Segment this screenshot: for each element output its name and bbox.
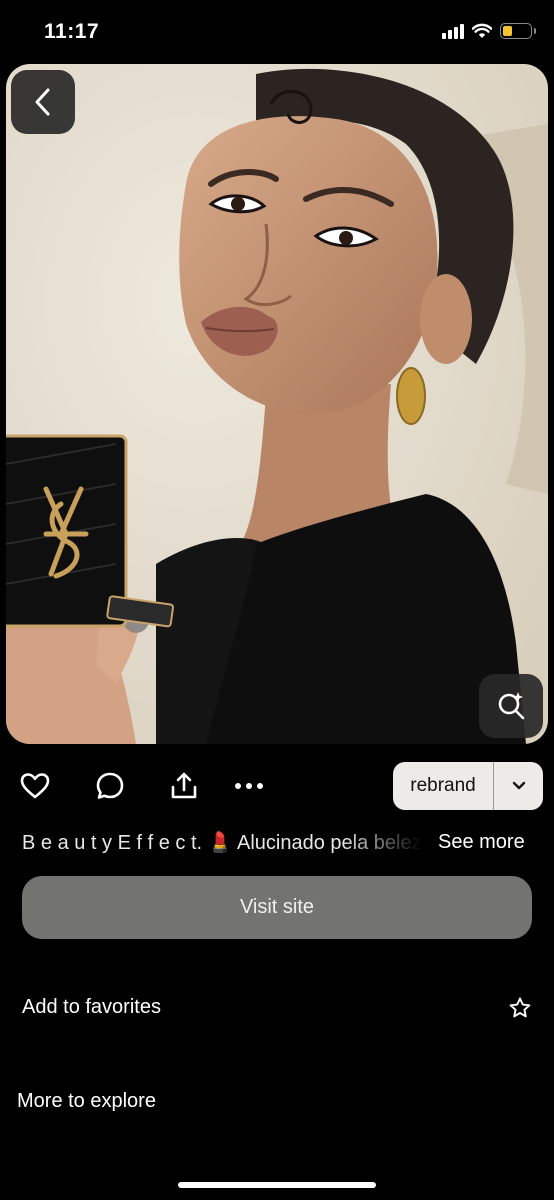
- cellular-signal-icon: [442, 23, 464, 39]
- more-options-button[interactable]: [231, 768, 267, 804]
- add-to-favorites-row[interactable]: Add to favorites: [22, 990, 532, 1030]
- share-button[interactable]: [166, 768, 202, 804]
- comment-button[interactable]: [92, 768, 128, 804]
- battery-icon: [500, 23, 536, 39]
- visual-search-button[interactable]: [479, 674, 543, 738]
- speech-bubble-icon: [96, 772, 124, 799]
- see-more-link[interactable]: See more: [438, 831, 525, 854]
- board-selector: rebrand: [393, 762, 543, 810]
- photo-of-woman-with-makeup-compact: [6, 64, 548, 744]
- visit-site-button[interactable]: Visit site: [22, 876, 532, 939]
- board-dropdown-button[interactable]: [494, 762, 543, 810]
- heart-icon: [20, 773, 50, 799]
- description-text: B e a u t y E f f e c t. 💄 Alucinado pel…: [22, 831, 422, 854]
- like-button[interactable]: [17, 768, 53, 804]
- chevron-left-icon: [35, 88, 50, 116]
- back-button[interactable]: [11, 70, 75, 134]
- save-to-board-button[interactable]: rebrand: [393, 762, 494, 810]
- wifi-icon: [472, 23, 492, 38]
- status-time: 11:17: [44, 20, 100, 43]
- pin-action-row: rebrand: [0, 760, 554, 812]
- status-icons: [442, 23, 536, 39]
- chevron-down-icon: [512, 781, 525, 790]
- home-indicator[interactable]: [178, 1182, 376, 1188]
- status-bar: 11:17: [0, 0, 554, 62]
- visual-search-icon: [498, 692, 525, 720]
- star-icon[interactable]: [508, 996, 532, 1020]
- share-icon: [171, 772, 197, 799]
- more-dots-icon: [235, 783, 263, 789]
- battery-level: [503, 26, 513, 36]
- pin-description: B e a u t y E f f e c t. 💄 Alucinado pel…: [22, 827, 542, 857]
- more-to-explore-heading: More to explore: [17, 1090, 156, 1112]
- pin-detail-screen: 11:17 rebrand B e a u t y E f f e c t. 💄…: [0, 0, 554, 1200]
- favorites-label: Add to favorites: [22, 996, 161, 1018]
- pin-image[interactable]: [6, 64, 548, 744]
